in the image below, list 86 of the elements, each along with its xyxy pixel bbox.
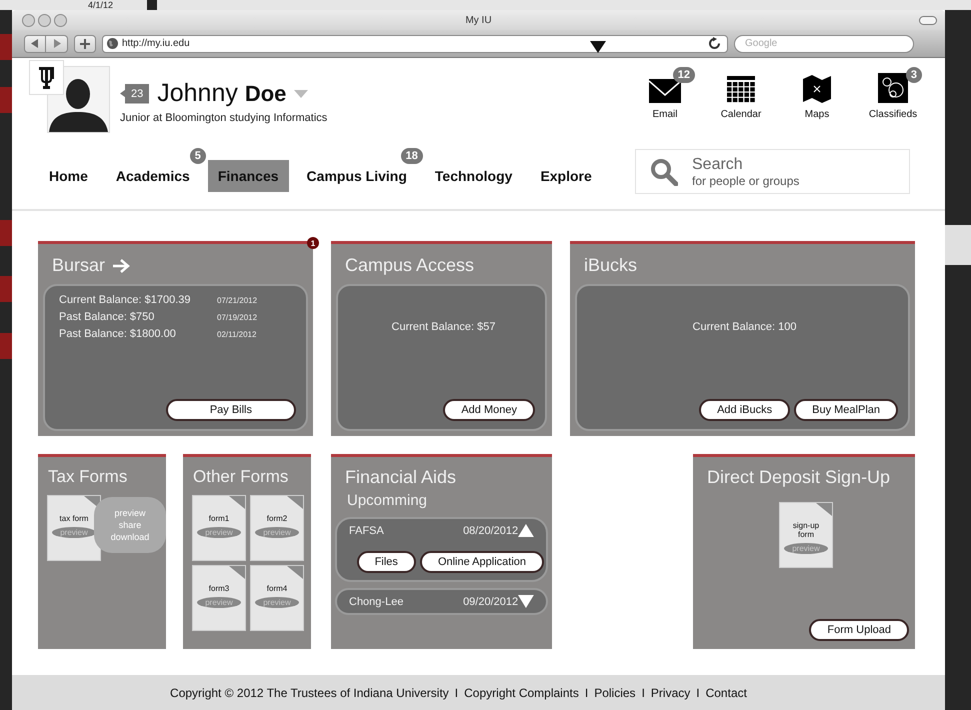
count-badge: 18 <box>400 148 423 164</box>
card-title: Other Forms <box>193 467 288 487</box>
window-control[interactable] <box>54 14 67 26</box>
plus-icon <box>80 38 90 48</box>
form-document[interactable]: sign-up form preview <box>779 502 833 568</box>
triangle-right-icon <box>52 39 60 48</box>
corner-fold-icon <box>816 503 832 516</box>
action-button[interactable]: Add Money <box>443 399 535 421</box>
form-document[interactable]: tax form preview <box>47 495 101 561</box>
expand-toggle-icon[interactable] <box>518 524 534 537</box>
section-heading: Upcomming <box>346 492 428 509</box>
circles-icon <box>878 73 908 103</box>
caret-icon <box>590 40 606 52</box>
action-button[interactable]: Form Upload <box>809 619 909 641</box>
search-field[interactable]: Search for people or groups <box>635 149 910 194</box>
search-field[interactable]: Google <box>734 34 914 52</box>
balance-text: Current Balance: 100 <box>692 320 796 332</box>
user-name: Johnny Doe <box>157 79 286 108</box>
notification-badge: 1 <box>307 237 319 249</box>
footer-link[interactable]: Privacy <box>650 686 690 700</box>
back-button[interactable] <box>24 34 46 52</box>
resize-pill-icon[interactable] <box>919 16 937 25</box>
corner-fold-icon <box>229 566 245 579</box>
user-subtitle: Junior at Bloomington studying Informatics <box>120 112 328 124</box>
triangle-left-icon <box>31 39 39 48</box>
aid-item[interactable]: Chong-Lee 09/20/2012 <box>335 588 548 615</box>
balance-text: Past Balance: $750 <box>59 311 156 323</box>
form-document[interactable]: form3 preview <box>192 565 246 631</box>
nav-tab[interactable]: Finances <box>208 160 289 192</box>
map-icon <box>803 75 831 103</box>
footer-link[interactable]: Policies <box>594 686 636 700</box>
aid-item[interactable]: FAFSA 08/20/2012 Files Online Application <box>335 517 548 582</box>
expand-toggle-icon[interactable] <box>518 595 534 608</box>
separator-text: I <box>642 686 645 700</box>
search-icon <box>650 158 678 186</box>
new-tab-button[interactable] <box>74 34 96 52</box>
card-title: Campus Access <box>345 255 474 276</box>
window-title: My IU <box>464 14 493 26</box>
balance-text: Current Balance: $57 <box>392 320 496 332</box>
window-control[interactable] <box>22 14 35 26</box>
card-title: Bursar <box>52 255 106 276</box>
nav-tab[interactable]: Technology <box>424 160 522 192</box>
corner-fold-icon <box>287 496 303 509</box>
reload-icon[interactable] <box>708 37 721 50</box>
corner-fold-icon <box>229 496 245 509</box>
app-shortcut[interactable]: Maps <box>789 71 845 146</box>
balance-text: Current Balance: $1700.39 <box>59 294 192 306</box>
count-badge: 3 <box>906 67 922 83</box>
envelope-icon <box>649 79 681 103</box>
card-title: Financial Aids <box>345 467 456 488</box>
separator-text: I <box>696 686 700 700</box>
nav-tab[interactable]: Home <box>39 160 98 192</box>
form-document[interactable]: form1 preview <box>192 495 246 561</box>
form-document[interactable]: form4 preview <box>250 565 304 631</box>
action-button[interactable]: Buy MealPlan <box>794 399 898 421</box>
action-button[interactable]: Online Application <box>420 551 544 573</box>
separator-text: I <box>584 686 588 700</box>
calendar-icon <box>727 76 755 103</box>
balance-text: Past Balance: $1800.00 <box>59 328 177 340</box>
address-field[interactable]: http://my.iu.edu <box>102 34 728 52</box>
backdrop-panel <box>945 225 971 265</box>
card-title: Direct Deposit Sign-Up <box>707 467 890 488</box>
window-control[interactable] <box>38 14 51 26</box>
arrow-right-icon[interactable] <box>113 258 130 272</box>
count-badge: 5 <box>190 148 206 164</box>
date-text: 07/21/2012 <box>217 296 258 304</box>
card-title: iBucks <box>584 255 638 276</box>
date-text: 4/1/12 <box>88 0 114 10</box>
form-document[interactable]: form2 preview <box>250 495 304 561</box>
footer-link[interactable]: Contact <box>706 686 747 700</box>
action-button[interactable]: Pay Bills <box>166 399 296 421</box>
forward-button[interactable] <box>46 34 68 52</box>
card-title: Tax Forms <box>48 467 128 487</box>
count-badge: 12 <box>672 67 695 83</box>
count-badge: 23 <box>120 84 150 104</box>
action-button[interactable]: Add iBucks <box>699 399 790 421</box>
nav-tab[interactable]: Explore <box>530 160 602 192</box>
footer-link[interactable]: Copyright Complaints <box>464 686 579 700</box>
action-button[interactable]: Files <box>356 551 416 573</box>
copyright-text: Copyright © 2012 The Trustees of Indiana University <box>170 686 449 700</box>
corner-fold-icon <box>287 566 303 579</box>
date-text: 07/19/2012 <box>217 312 258 322</box>
date-text: 02/11/2012 <box>217 330 256 338</box>
globe-icon <box>107 38 118 49</box>
separator-text: I <box>454 686 458 700</box>
app-shortcut[interactable]: Calendar <box>713 71 769 146</box>
